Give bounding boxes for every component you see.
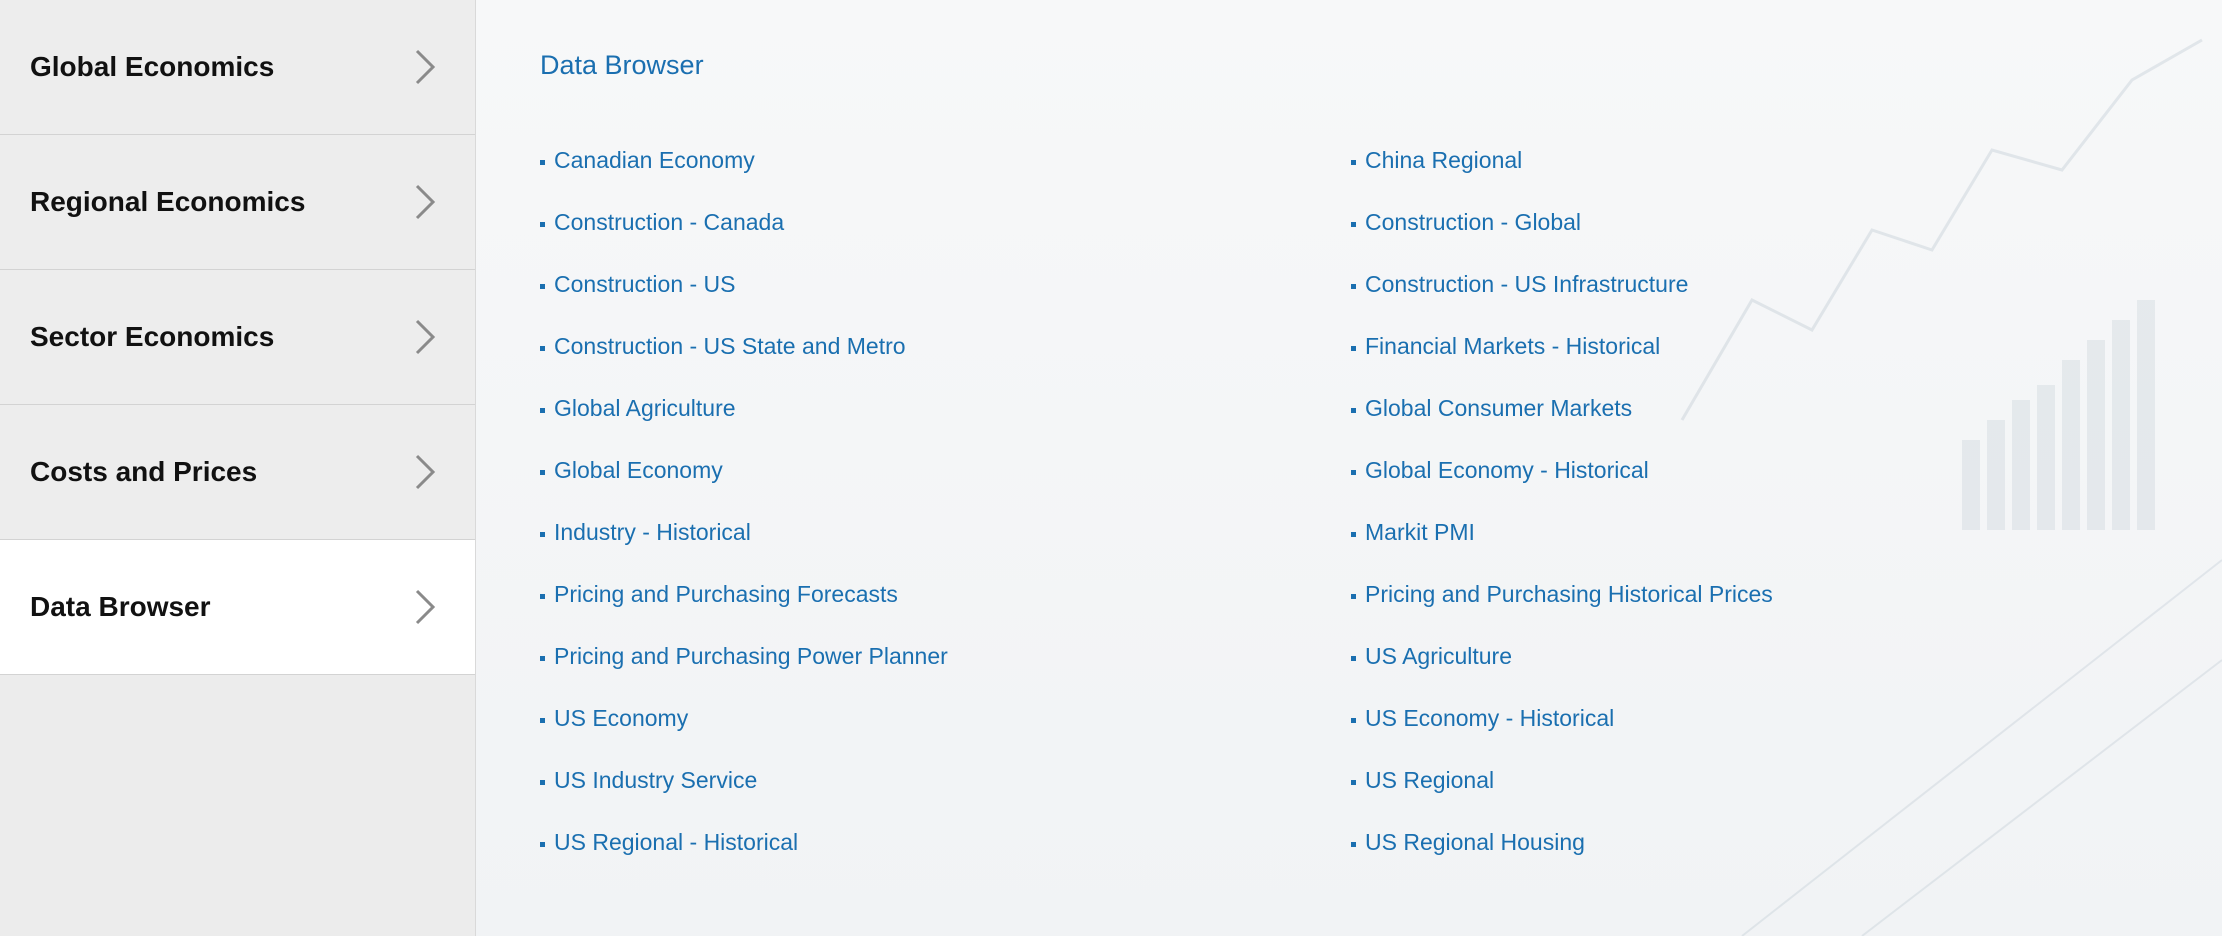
link-global-economy[interactable]: Global Economy [554,455,723,485]
sidebar-item-global-economics[interactable]: Global Economics [0,0,475,135]
list-item: Financial Markets - Historical [1351,331,1773,393]
list-item: Pricing and Purchasing Forecasts [540,579,948,641]
link-construction-canada[interactable]: Construction - Canada [554,207,784,237]
list-item: US Regional Housing [1351,827,1773,889]
list-item: China Regional [1351,145,1773,207]
bullet-icon [540,284,545,289]
bullet-icon [1351,284,1356,289]
link-canadian-economy[interactable]: Canadian Economy [554,145,755,175]
list-item: US Industry Service [540,765,948,827]
bullet-icon [1351,532,1356,537]
bullet-icon [1351,346,1356,351]
list-item: Markit PMI [1351,517,1773,579]
bullet-icon [1351,780,1356,785]
sidebar-item-label: Regional Economics [30,186,306,217]
link-us-regional-housing[interactable]: US Regional Housing [1365,827,1585,857]
bullet-icon [540,470,545,475]
chevron-right-icon [415,589,436,625]
chevron-right-icon [415,49,436,85]
bullet-icon [1351,160,1356,165]
list-item: Canadian Economy [540,145,948,207]
list-item: Pricing and Purchasing Power Planner [540,641,948,703]
bullet-icon [1351,594,1356,599]
link-us-economy[interactable]: US Economy [554,703,688,733]
link-industry-historical[interactable]: Industry - Historical [554,517,751,547]
link-markit-pmi[interactable]: Markit PMI [1365,517,1475,547]
link-construction-global[interactable]: Construction - Global [1365,207,1581,237]
chevron-right-icon [415,319,436,355]
list-item: Global Consumer Markets [1351,393,1773,455]
sidebar-item-label: Data Browser [30,591,211,622]
bullet-icon [540,718,545,723]
sidebar-item-label: Sector Economics [30,321,275,352]
link-list-left: Canadian Economy Construction - Canada C… [540,145,948,889]
sidebar-item-sector-economics[interactable]: Sector Economics [0,270,475,405]
sidebar-item-regional-economics[interactable]: Regional Economics [0,135,475,270]
sidebar: Global Economics Regional Economics Sect… [0,0,476,936]
page: Global Economics Regional Economics Sect… [0,0,2222,936]
link-us-regional[interactable]: US Regional [1365,765,1494,795]
link-pricing-purchasing-power-planner[interactable]: Pricing and Purchasing Power Planner [554,641,948,671]
link-pricing-purchasing-forecasts[interactable]: Pricing and Purchasing Forecasts [554,579,898,609]
list-item: Construction - Canada [540,207,948,269]
list-item: Global Economy [540,455,948,517]
list-item: US Regional [1351,765,1773,827]
bullet-icon [540,408,545,413]
data-browser-panel: Data Browser Canadian Economy Constructi… [476,0,2222,936]
bullet-icon [540,160,545,165]
bullet-icon [1351,842,1356,847]
link-us-agriculture[interactable]: US Agriculture [1365,641,1512,671]
link-construction-us-state-metro[interactable]: Construction - US State and Metro [554,331,906,361]
link-us-economy-historical[interactable]: US Economy - Historical [1365,703,1614,733]
list-item: Pricing and Purchasing Historical Prices [1351,579,1773,641]
list-item: Industry - Historical [540,517,948,579]
bullet-icon [1351,656,1356,661]
list-item: Global Economy - Historical [1351,455,1773,517]
link-global-agriculture[interactable]: Global Agriculture [554,393,736,423]
bullet-icon [1351,222,1356,227]
list-item: US Economy [540,703,948,765]
bullet-icon [1351,718,1356,723]
bullet-icon [540,222,545,227]
link-pricing-purchasing-historical-prices[interactable]: Pricing and Purchasing Historical Prices [1365,579,1773,609]
link-list-right: China Regional Construction - Global Con… [1351,145,1773,889]
chevron-right-icon [415,454,436,490]
bullet-icon [540,532,545,537]
bullet-icon [540,780,545,785]
chevron-right-icon [415,184,436,220]
bullet-icon [1351,408,1356,413]
list-item: Construction - Global [1351,207,1773,269]
list-item: US Agriculture [1351,641,1773,703]
bullet-icon [540,656,545,661]
list-item: Construction - US [540,269,948,331]
sidebar-item-costs-and-prices[interactable]: Costs and Prices [0,405,475,540]
link-us-regional-historical[interactable]: US Regional - Historical [554,827,798,857]
link-us-industry-service[interactable]: US Industry Service [554,765,757,795]
bullet-icon [540,346,545,351]
link-global-economy-historical[interactable]: Global Economy - Historical [1365,455,1649,485]
page-title: Data Browser [540,50,704,80]
list-item: Global Agriculture [540,393,948,455]
link-china-regional[interactable]: China Regional [1365,145,1522,175]
bullet-icon [540,842,545,847]
sidebar-item-data-browser[interactable]: Data Browser [0,540,475,675]
bullet-icon [540,594,545,599]
sidebar-item-label: Global Economics [30,51,275,82]
link-financial-markets-historical[interactable]: Financial Markets - Historical [1365,331,1660,361]
list-item: Construction - US State and Metro [540,331,948,393]
bullet-icon [1351,470,1356,475]
list-item: US Economy - Historical [1351,703,1773,765]
sidebar-item-label: Costs and Prices [30,456,258,487]
link-construction-us[interactable]: Construction - US [554,269,736,299]
list-item: US Regional - Historical [540,827,948,889]
list-item: Construction - US Infrastructure [1351,269,1773,331]
link-global-consumer-markets[interactable]: Global Consumer Markets [1365,393,1632,423]
link-construction-us-infrastructure[interactable]: Construction - US Infrastructure [1365,269,1688,299]
